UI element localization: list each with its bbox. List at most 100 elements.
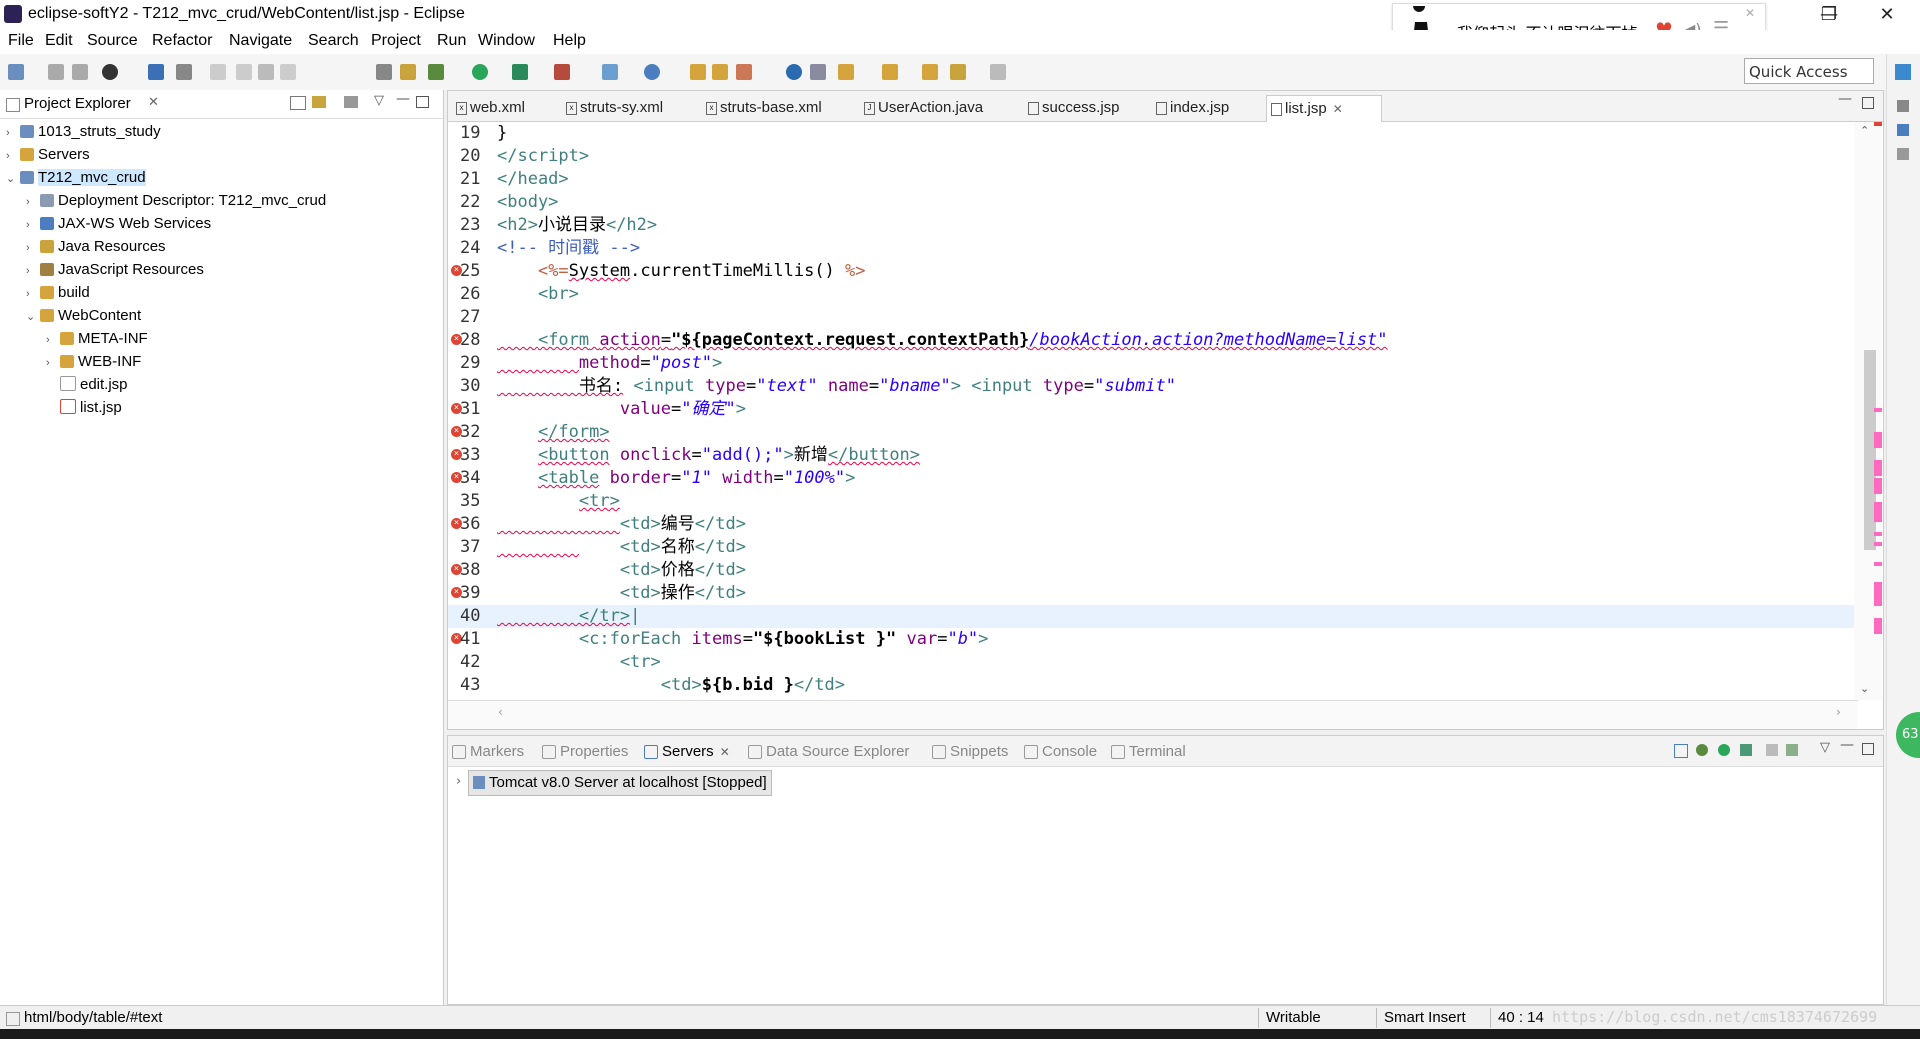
- terminal-icon[interactable]: [148, 64, 164, 80]
- chevron-down-icon[interactable]: ⌄: [26, 306, 40, 329]
- annotation-marker[interactable]: [1874, 432, 1882, 448]
- save-all-icon[interactable]: [72, 64, 88, 80]
- annotation-marker[interactable]: [1874, 618, 1882, 634]
- task-list-icon[interactable]: [1897, 124, 1909, 136]
- tab-terminal[interactable]: Terminal: [1111, 743, 1186, 760]
- tree-item-1013-struts-study[interactable]: › 1013_struts_study: [6, 120, 161, 143]
- menu-file[interactable]: File: [8, 32, 34, 50]
- tree-item-list-jsp[interactable]: list.jsp: [60, 396, 122, 419]
- disconnect-icon[interactable]: [280, 64, 296, 80]
- chevron-right-icon[interactable]: ›: [6, 145, 20, 168]
- collapse-icon[interactable]: [1674, 744, 1688, 758]
- tree-item-deployment-descriptor[interactable]: › Deployment Descriptor: T212_mvc_crud: [26, 189, 326, 212]
- stop-server-icon[interactable]: [1766, 744, 1778, 756]
- scroll-left-icon[interactable]: ‹: [498, 705, 503, 719]
- annotation-marker[interactable]: [1874, 582, 1882, 606]
- coverage-icon[interactable]: [512, 64, 528, 80]
- tab-console[interactable]: Console: [1024, 743, 1097, 760]
- new-icon[interactable]: [8, 64, 24, 80]
- tab-web-xml[interactable]: x web.xml: [452, 95, 525, 121]
- close-icon[interactable]: ✕: [1745, 6, 1755, 20]
- collapse-all-icon[interactable]: [290, 96, 306, 110]
- save-icon[interactable]: [48, 64, 64, 80]
- scroll-down-icon[interactable]: ⌄: [1860, 682, 1869, 695]
- view-menu-icon[interactable]: ▽: [374, 93, 384, 108]
- debug-icon[interactable]: [428, 64, 444, 80]
- scroll-right-icon[interactable]: ›: [1836, 705, 1841, 719]
- chevron-right-icon[interactable]: ›: [46, 352, 60, 375]
- tab-struts-sy-xml[interactable]: x struts-sy.xml: [562, 95, 663, 121]
- profile-server-icon[interactable]: [1740, 744, 1752, 756]
- annotation-marker[interactable]: [1874, 478, 1882, 494]
- tab-useraction-java[interactable]: J UserAction.java: [860, 95, 983, 121]
- resume-icon[interactable]: [210, 64, 226, 80]
- forward-icon[interactable]: [990, 64, 1006, 80]
- maximize-glyph[interactable]: ❐: [1806, 0, 1852, 30]
- menu-window[interactable]: Window: [478, 32, 535, 50]
- next-annotation-icon[interactable]: [838, 64, 854, 80]
- tab-list-jsp[interactable]: list.jsp ✕: [1266, 95, 1382, 122]
- menu-help[interactable]: Help: [553, 32, 586, 50]
- tab-markers[interactable]: Markers: [452, 743, 524, 760]
- server-row[interactable]: Tomcat v8.0 Server at localhost [Stopped…: [468, 770, 772, 796]
- tab-close-icon[interactable]: ✕: [720, 745, 730, 759]
- open-folder-icon[interactable]: [690, 64, 706, 80]
- chevron-right-icon[interactable]: ›: [26, 214, 40, 237]
- package-icon[interactable]: [712, 64, 728, 80]
- minimize-view-icon[interactable]: —: [396, 91, 410, 107]
- menu-refactor[interactable]: Refactor: [152, 32, 212, 50]
- external-tools-icon[interactable]: [554, 64, 570, 80]
- edit-icon[interactable]: [736, 64, 752, 80]
- debug-server-icon[interactable]: [1696, 744, 1708, 756]
- tab-snippets[interactable]: Snippets: [932, 743, 1008, 760]
- tree-item-edit-jsp[interactable]: edit.jsp: [60, 373, 128, 396]
- user-icon[interactable]: [102, 64, 118, 80]
- error-marker[interactable]: [1874, 122, 1882, 126]
- chevron-right-icon[interactable]: ›: [6, 122, 20, 145]
- skip-icon[interactable]: [176, 64, 192, 80]
- close-button[interactable]: ✕: [1864, 0, 1910, 30]
- menu-search[interactable]: Search: [308, 32, 359, 50]
- maximize-view-icon[interactable]: [1862, 743, 1874, 755]
- annotation-marker[interactable]: [1874, 460, 1882, 476]
- console-view-icon[interactable]: [1897, 148, 1909, 160]
- stop-icon[interactable]: [258, 64, 274, 80]
- chevron-right-icon[interactable]: ›: [26, 191, 40, 214]
- maximize-view-icon[interactable]: [416, 96, 429, 108]
- tab-servers[interactable]: Servers ✕: [644, 743, 730, 760]
- menu-navigate[interactable]: Navigate: [229, 32, 292, 50]
- view-menu-icon[interactable]: ▽: [1820, 740, 1830, 755]
- open-type-icon[interactable]: [376, 64, 392, 80]
- menu-project[interactable]: Project: [371, 32, 421, 50]
- overview-ruler[interactable]: [1874, 122, 1884, 700]
- quick-access-input[interactable]: Quick Access: [1744, 58, 1874, 84]
- tab-struts-base-xml[interactable]: x struts-base.xml: [702, 95, 822, 121]
- outline-icon[interactable]: [1897, 100, 1909, 112]
- link-editor-icon[interactable]: [312, 96, 326, 108]
- tree-item-jax-ws[interactable]: › JAX-WS Web Services: [26, 212, 211, 235]
- search-tool-icon[interactable]: [810, 64, 826, 80]
- filter-icon[interactable]: [344, 96, 358, 108]
- perspective-icon[interactable]: [1895, 64, 1911, 80]
- chevron-right-icon[interactable]: ›: [26, 237, 40, 260]
- tab-success-jsp[interactable]: success.jsp: [1024, 95, 1120, 121]
- chevron-down-icon[interactable]: ⌄: [6, 168, 20, 191]
- chevron-right-icon[interactable]: ›: [456, 774, 461, 789]
- tab-close-icon[interactable]: ✕: [1333, 102, 1343, 116]
- annotation-marker[interactable]: [1874, 542, 1882, 546]
- explorer-close-icon[interactable]: ✕: [148, 95, 159, 110]
- tree-item-webcontent[interactable]: ⌄ WebContent: [26, 304, 141, 327]
- horizontal-scrollbar[interactable]: ‹ ›: [448, 700, 1858, 729]
- annotation-marker[interactable]: [1874, 408, 1882, 412]
- last-edit-icon[interactable]: [922, 64, 938, 80]
- editor-minimize-icon[interactable]: —: [1838, 91, 1852, 107]
- task-icon[interactable]: [400, 64, 416, 80]
- prev-annotation-icon[interactable]: [882, 64, 898, 80]
- tab-data-source-explorer[interactable]: Data Source Explorer: [748, 743, 909, 760]
- menu-run[interactable]: Run: [437, 32, 466, 50]
- run-icon[interactable]: [472, 64, 488, 80]
- annotation-marker[interactable]: [1874, 502, 1882, 522]
- chevron-right-icon[interactable]: ›: [46, 329, 60, 352]
- menu-source[interactable]: Source: [87, 32, 138, 50]
- annotation-marker[interactable]: [1874, 532, 1882, 536]
